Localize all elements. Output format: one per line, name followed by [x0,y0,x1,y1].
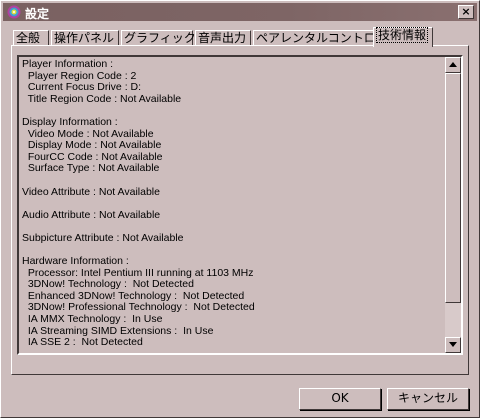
info-line: Surface Type : Not Available [22,162,160,175]
info-line: IA SSE 2 : Not Detected [22,336,143,349]
info-line: Subpicture Attribute : Not Available [22,231,184,244]
info-line: Display Mode : Not Available [22,139,162,152]
tab-technical-info[interactable]: 技術情報 [373,27,433,47]
info-line: IA MMX Technology : In Use [22,313,163,326]
window-title: 設定 [25,7,50,21]
info-line: Display Information : [22,115,118,128]
title-bar[interactable]: 設定 × [3,3,477,21]
info-line: Audio Attribute : Not Available [22,208,161,221]
info-line: Hardware Information : [22,255,129,268]
tab-graphics[interactable]: グラフィック [121,30,196,46]
technical-info-text: Player Information : Player Region Code … [22,58,442,349]
arrow-up-icon [449,62,457,67]
ok-button[interactable]: OK [299,388,381,410]
tab-control-panel[interactable]: 操作パネル [51,30,119,46]
settings-dialog: 設定 × 全般 操作パネル グラフィック 音声出力 ペアレンタルコントロール 技… [0,0,480,418]
technical-info-textbox[interactable]: Player Information : Player Region Code … [17,55,463,355]
vertical-scrollbar[interactable] [445,57,461,353]
close-icon: × [461,5,471,18]
info-line: Video Attribute : Not Available [22,185,160,198]
scroll-down-button[interactable] [445,337,461,353]
info-line: Title Region Code : Not Available [22,92,182,105]
info-line: Player Information : [22,58,114,70]
tab-general[interactable]: 全般 [13,30,49,46]
tab-parental-control[interactable]: ペアレンタルコントロール [253,30,400,46]
cancel-button[interactable]: キャンセル [387,388,469,410]
scroll-thumb[interactable] [445,73,461,303]
dvd-disc-icon [7,5,21,19]
tab-audio-output[interactable]: 音声出力 [195,30,251,46]
scroll-up-button[interactable] [445,57,461,73]
arrow-down-icon [449,342,457,347]
close-button[interactable]: × [458,5,474,19]
